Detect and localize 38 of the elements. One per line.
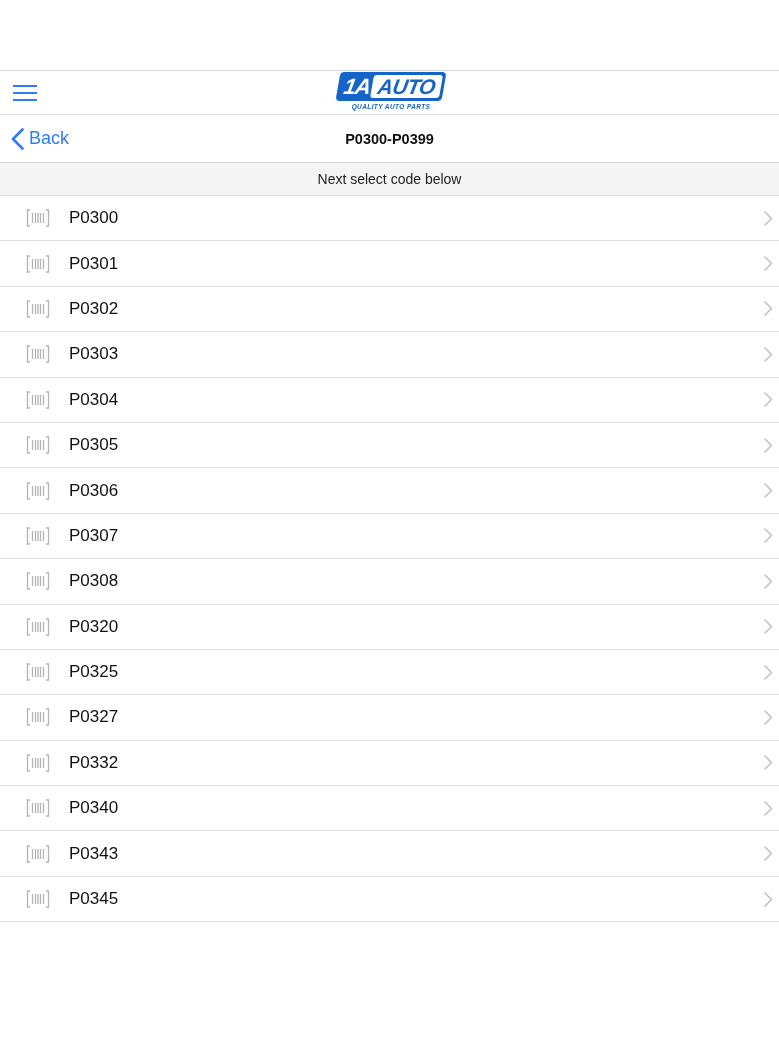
chevron-right-icon bbox=[764, 210, 773, 226]
back-chevron-icon bbox=[11, 127, 24, 150]
barcode-icon bbox=[26, 436, 50, 455]
barcode-icon bbox=[26, 753, 50, 772]
chevron-right-icon bbox=[764, 346, 773, 362]
chevron-right-icon bbox=[764, 437, 773, 453]
chevron-right-icon bbox=[764, 846, 773, 862]
chevron-right-icon bbox=[764, 891, 773, 907]
barcode-icon bbox=[26, 663, 50, 682]
chevron-right-icon bbox=[764, 528, 773, 544]
barcode-icon bbox=[26, 299, 50, 318]
barcode-icon bbox=[26, 526, 50, 545]
barcode-icon bbox=[26, 209, 50, 228]
barcode-icon bbox=[26, 572, 50, 591]
back-button[interactable]: Back bbox=[11, 127, 70, 150]
barcode-icon bbox=[26, 844, 50, 863]
barcode-icon bbox=[26, 390, 50, 409]
barcode-icon bbox=[26, 345, 50, 364]
chevron-right-icon bbox=[764, 619, 773, 635]
barcode-icon bbox=[26, 481, 50, 500]
logo-word: AUTO bbox=[369, 75, 444, 98]
section-header: Next select code below bbox=[0, 163, 779, 196]
chevron-right-icon bbox=[764, 301, 773, 317]
chevron-right-icon bbox=[764, 755, 773, 771]
barcode-icon bbox=[26, 890, 50, 909]
chevron-right-icon bbox=[764, 256, 773, 272]
page-title: P0300-P0399 bbox=[345, 130, 434, 147]
menu-icon[interactable] bbox=[12, 84, 38, 101]
barcode-icon bbox=[26, 799, 50, 818]
chevron-right-icon bbox=[764, 710, 773, 725]
chevron-right-icon bbox=[764, 392, 773, 408]
barcode-icon bbox=[26, 708, 50, 727]
barcode-icon bbox=[26, 617, 50, 636]
chevron-right-icon bbox=[764, 664, 773, 680]
chevron-right-icon bbox=[764, 483, 773, 499]
barcode-icon bbox=[26, 254, 50, 273]
chevron-right-icon bbox=[764, 800, 773, 816]
chevron-right-icon bbox=[764, 573, 773, 589]
